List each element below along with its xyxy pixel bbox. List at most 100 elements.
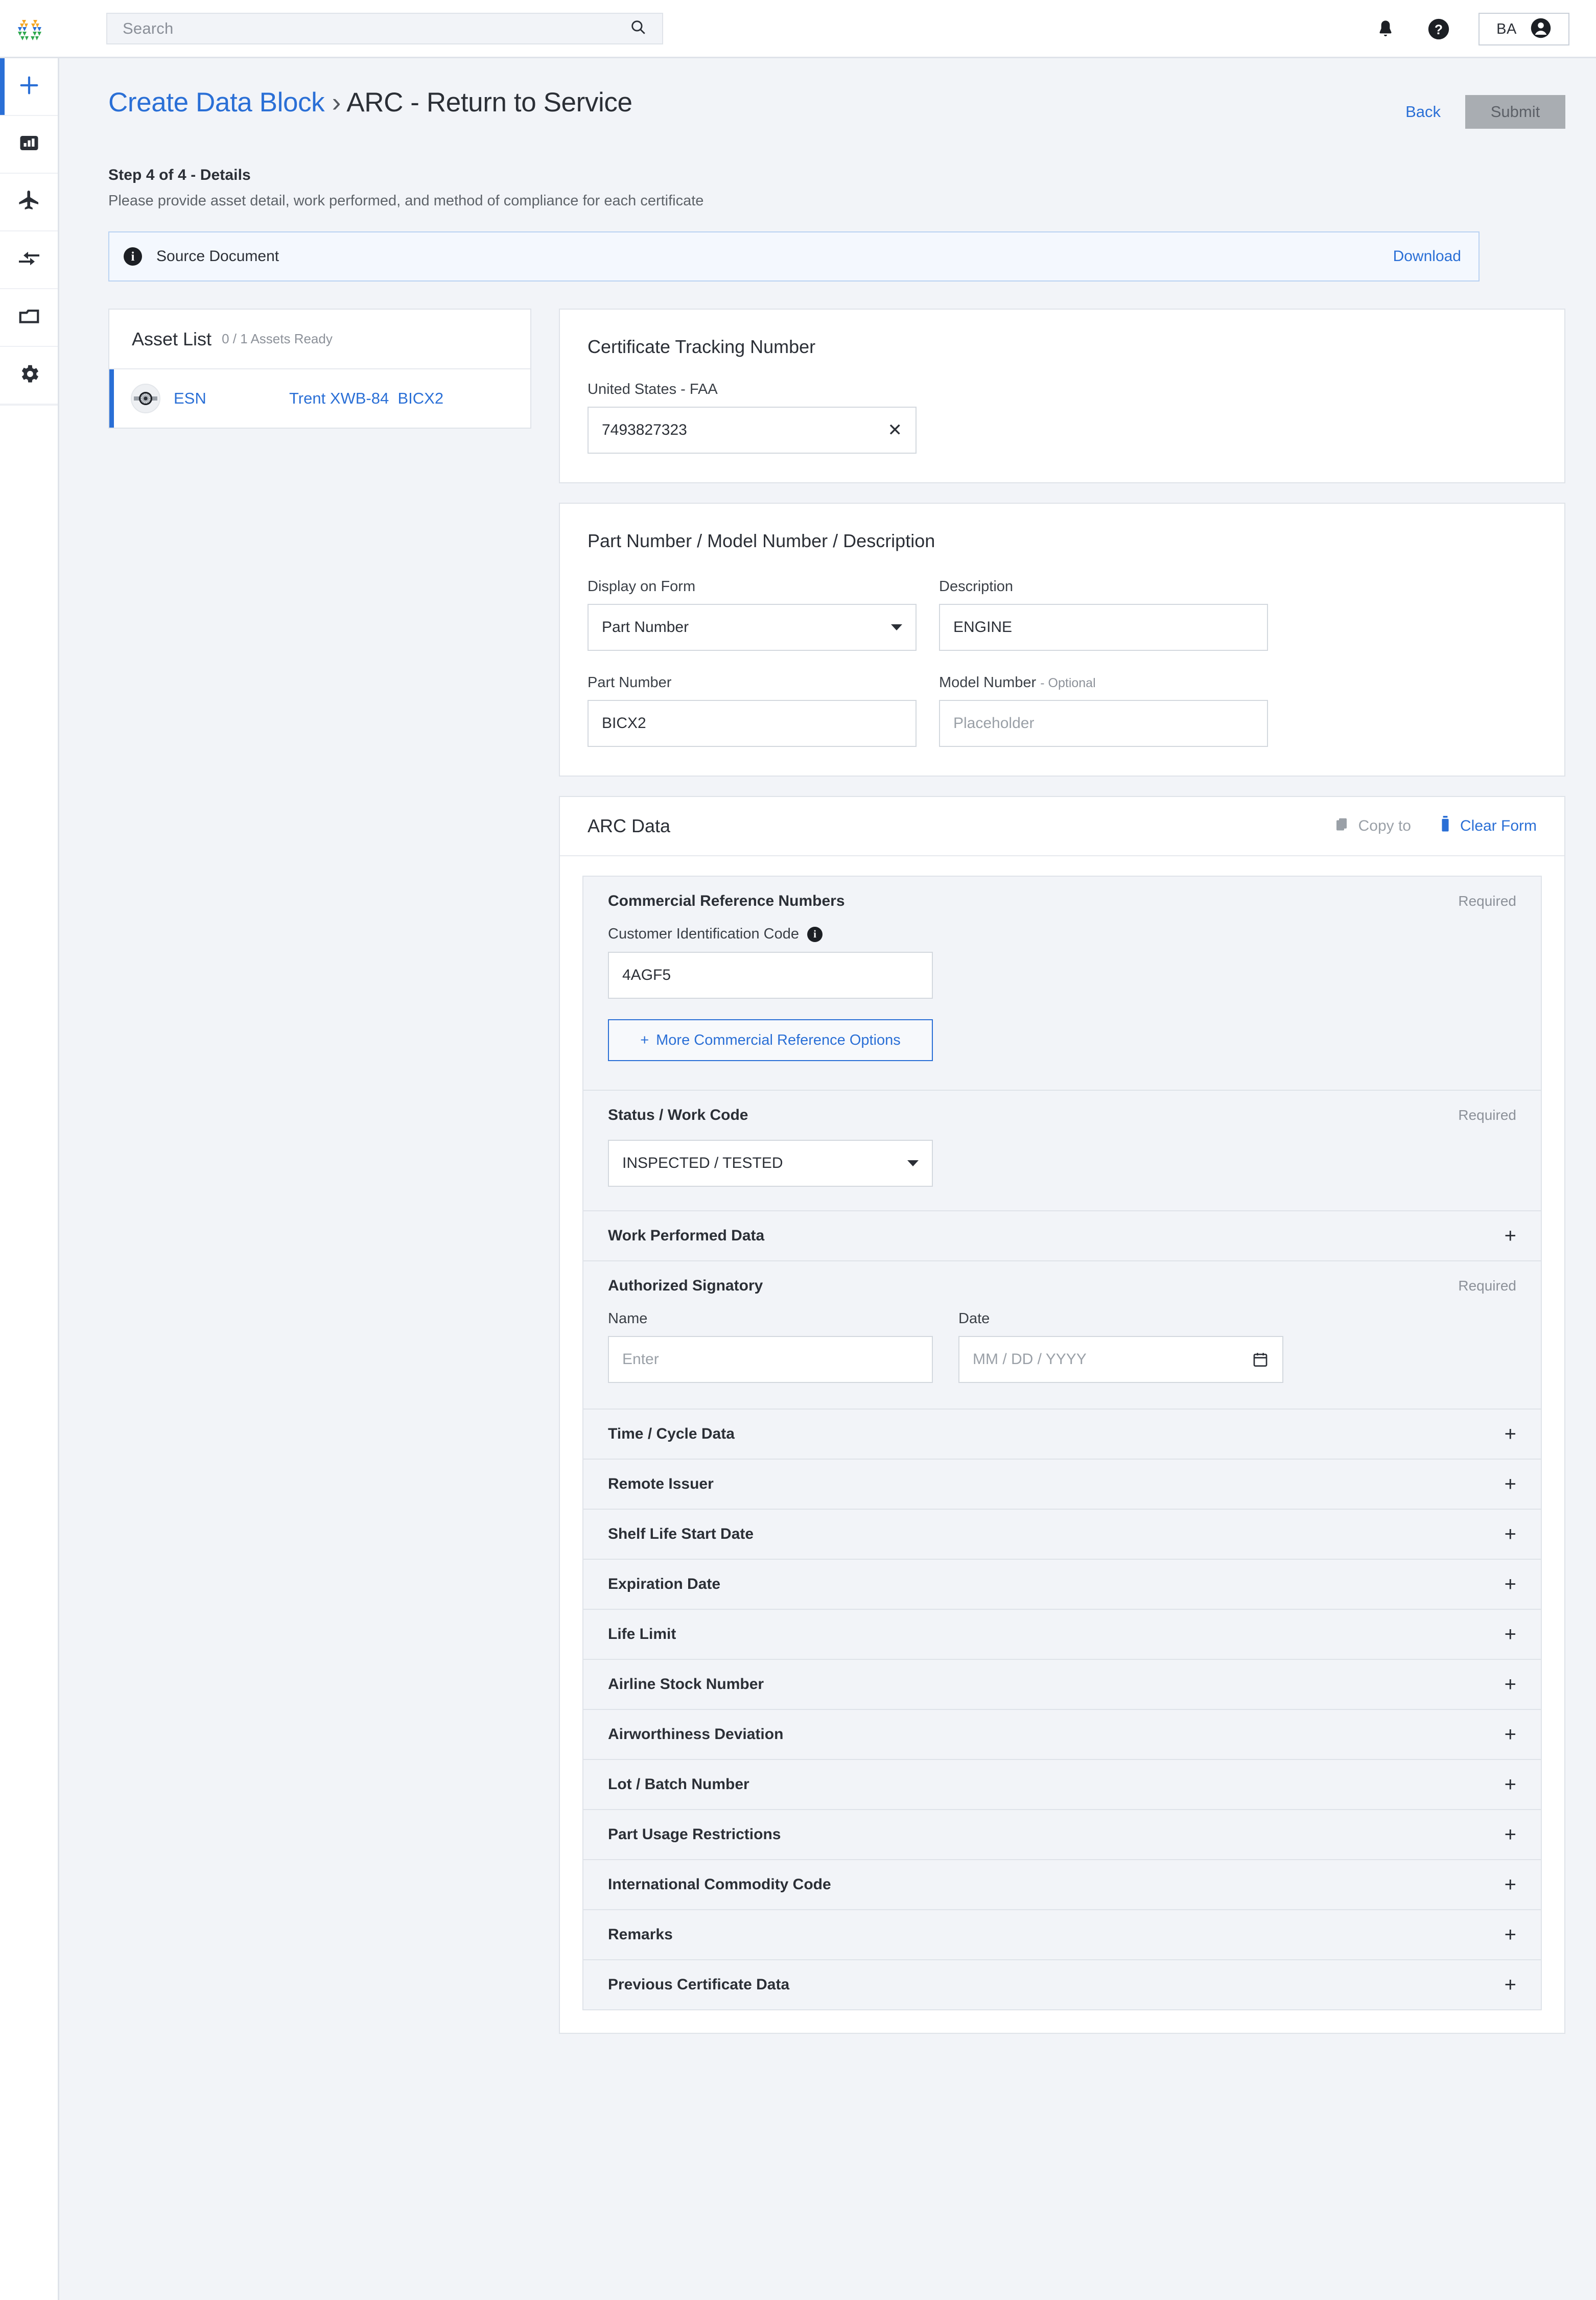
search-input[interactable]: Search [106, 12, 663, 44]
expand-icon[interactable]: + [1505, 1824, 1516, 1845]
sidebar-divider [0, 405, 58, 406]
display-on-form-select[interactable]: Part Number [588, 604, 917, 651]
status-work-code-select[interactable]: INSPECTED / TESTED [608, 1140, 933, 1187]
account-button[interactable]: BA [1478, 13, 1569, 45]
accordion-header[interactable]: Airline Stock Number + [583, 1660, 1541, 1709]
accordion-header[interactable]: Expiration Date + [583, 1560, 1541, 1609]
bell-icon[interactable] [1372, 16, 1399, 42]
expand-icon[interactable]: + [1505, 1624, 1516, 1645]
accordion-header[interactable]: Time / Cycle Data + [583, 1410, 1541, 1459]
authorized-signatory-body: Name Enter Date MM / DD / YYYY [583, 1310, 1541, 1409]
asset-list-title: Asset List [132, 328, 212, 349]
more-commercial-reference-options-label: More Commercial Reference Options [656, 1031, 901, 1048]
section-life-limit[interactable]: Life Limit + [582, 1609, 1542, 1659]
sidebar-item-fleet[interactable] [0, 174, 58, 231]
part-number-input[interactable]: BICX2 [588, 700, 917, 747]
help-icon[interactable]: ? [1425, 16, 1452, 42]
model-number-input[interactable]: Placeholder [939, 700, 1268, 747]
source-document-left: i Source Document [124, 247, 279, 266]
section-shelf-life-start-date[interactable]: Shelf Life Start Date + [582, 1509, 1542, 1559]
expand-icon[interactable]: + [1505, 1226, 1516, 1246]
clear-icon[interactable]: ✕ [888, 421, 903, 439]
expand-icon[interactable]: + [1505, 1524, 1516, 1544]
signatory-name-field: Name Enter [608, 1310, 933, 1383]
accordion-title: Lot / Batch Number [608, 1776, 749, 1793]
expand-icon[interactable]: + [1505, 1724, 1516, 1745]
description-input[interactable]: ENGINE [939, 604, 1268, 651]
asset-model-label[interactable]: Trent XWB-84 BICX2 [289, 389, 443, 408]
expand-icon[interactable]: + [1505, 1925, 1516, 1945]
certificate-tracking-title: Certificate Tracking Number [588, 336, 816, 357]
expand-icon[interactable]: + [1505, 1474, 1516, 1494]
expand-icon[interactable]: + [1505, 1424, 1516, 1444]
asset-list-header: Asset List 0 / 1 Assets Ready [109, 310, 530, 369]
section-expiration-date[interactable]: Expiration Date + [582, 1559, 1542, 1609]
sidebar-item-transfers[interactable] [0, 231, 58, 289]
calendar-icon[interactable] [1252, 1351, 1269, 1368]
accordion-header[interactable]: Previous Certificate Data + [583, 1960, 1541, 2009]
info-icon[interactable]: i [807, 926, 823, 942]
part-number-card: Part Number / Model Number / Description… [559, 503, 1565, 777]
display-on-form-value: Part Number [602, 619, 689, 636]
section-lot-batch-number[interactable]: Lot / Batch Number + [582, 1759, 1542, 1809]
expand-icon[interactable]: + [1505, 1774, 1516, 1795]
authorized-signatory-required-badge: Required [1458, 1278, 1516, 1294]
section-international-commodity-code[interactable]: International Commodity Code + [582, 1859, 1542, 1909]
sidebar-item-documents[interactable] [0, 289, 58, 347]
accordion-header[interactable]: Lot / Batch Number + [583, 1760, 1541, 1809]
sidebar-item-create[interactable] [0, 58, 58, 116]
expand-icon[interactable]: + [1505, 1674, 1516, 1695]
customer-id-label-row: Customer Identification Code i [608, 926, 1516, 943]
accordion-title: Remarks [608, 1926, 673, 1943]
commercial-reference-body: Customer Identification Code i 4AGF5 + M… [583, 926, 1541, 1090]
accordion-header[interactable]: Remote Issuer + [583, 1460, 1541, 1509]
clear-form-label: Clear Form [1460, 817, 1537, 834]
arc-data-body: Commercial Reference Numbers Required Cu… [560, 856, 1564, 2033]
customer-id-label: Customer Identification Code [608, 926, 799, 942]
section-work-performed-data[interactable]: Work Performed Data + [582, 1210, 1542, 1260]
section-airline-stock-number[interactable]: Airline Stock Number + [582, 1659, 1542, 1709]
accordion-header[interactable]: Remarks + [583, 1910, 1541, 1959]
search-icon[interactable] [629, 18, 647, 38]
signatory-name-input[interactable]: Enter [608, 1336, 933, 1383]
back-button[interactable]: Back [1405, 103, 1441, 121]
topbar-actions: ? BA [1372, 0, 1569, 58]
download-link[interactable]: Download [1393, 248, 1461, 265]
asset-type-label[interactable]: ESN [174, 389, 289, 408]
expand-icon[interactable]: + [1505, 1975, 1516, 1995]
page-title: Create Data Block › ARC - Return to Serv… [108, 87, 632, 118]
certificate-number-input[interactable]: 7493827323 ✕ [588, 407, 917, 454]
clear-form-button[interactable]: Clear Form [1440, 816, 1537, 836]
copy-to-button[interactable]: Copy to [1334, 816, 1411, 836]
expand-icon[interactable]: + [1505, 1574, 1516, 1594]
submit-button[interactable]: Submit [1465, 95, 1565, 129]
section-previous-certificate-data[interactable]: Previous Certificate Data + [582, 1959, 1542, 2010]
accordion-header[interactable]: Airworthiness Deviation + [583, 1710, 1541, 1759]
accordion-header[interactable]: Part Usage Restrictions + [583, 1810, 1541, 1859]
asset-list-item[interactable]: ESN Trent XWB-84 BICX2 [109, 369, 530, 428]
section-remarks[interactable]: Remarks + [582, 1909, 1542, 1959]
gear-icon [17, 362, 41, 388]
section-part-usage-restrictions[interactable]: Part Usage Restrictions + [582, 1809, 1542, 1859]
logo-container[interactable] [0, 13, 59, 44]
more-commercial-reference-options-button[interactable]: + More Commercial Reference Options [608, 1019, 933, 1061]
model-number-placeholder: Placeholder [953, 715, 1035, 732]
accordion-title: Time / Cycle Data [608, 1425, 735, 1442]
signatory-date-input[interactable]: MM / DD / YYYY [958, 1336, 1283, 1383]
work-performed-data-header[interactable]: Work Performed Data + [583, 1211, 1541, 1260]
plus-icon: + [640, 1031, 649, 1048]
arc-data-title: ARC Data [588, 815, 671, 836]
accordion-header[interactable]: Life Limit + [583, 1610, 1541, 1659]
accordion-header[interactable]: International Commodity Code + [583, 1860, 1541, 1909]
sidebar-item-settings[interactable] [0, 347, 58, 405]
accordion-header[interactable]: Shelf Life Start Date + [583, 1510, 1541, 1559]
account-avatar-icon [1530, 17, 1552, 41]
expand-icon[interactable]: + [1505, 1874, 1516, 1895]
account-initials: BA [1496, 20, 1517, 37]
section-remote-issuer[interactable]: Remote Issuer + [582, 1459, 1542, 1509]
breadcrumb-create-data-block[interactable]: Create Data Block [108, 87, 325, 118]
section-airworthiness-deviation[interactable]: Airworthiness Deviation + [582, 1709, 1542, 1759]
customer-id-input[interactable]: 4AGF5 [608, 952, 933, 999]
sidebar-item-analytics[interactable] [0, 116, 58, 174]
section-time-cycle-data[interactable]: Time / Cycle Data + [582, 1409, 1542, 1459]
